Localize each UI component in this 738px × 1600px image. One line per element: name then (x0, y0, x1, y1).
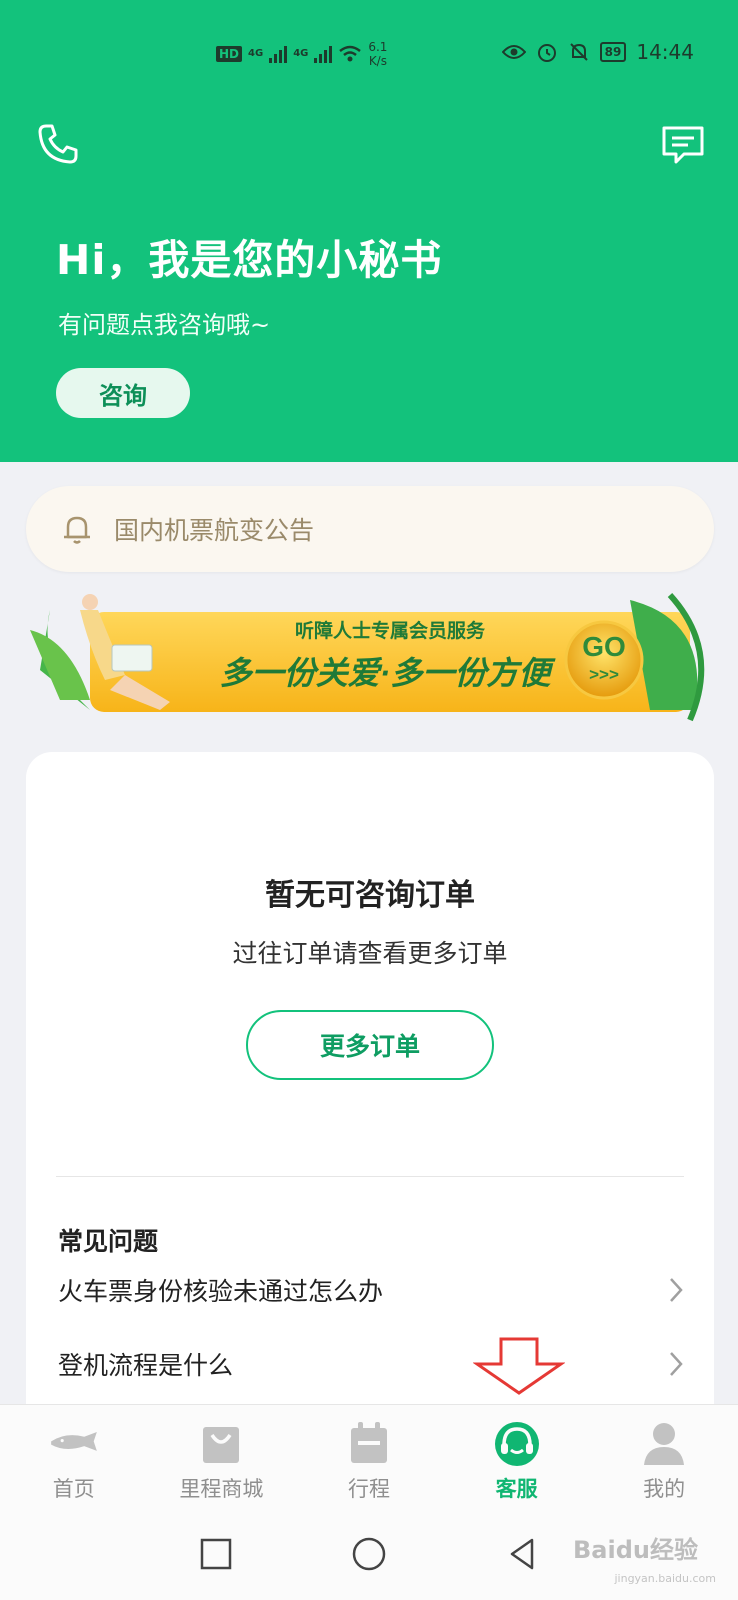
status-left: HD 4G 4G 6.1 K/s (216, 40, 387, 68)
tab-label: 行程 (347, 1477, 390, 1501)
consult-button[interactable]: 咨询 (56, 368, 190, 418)
notice-text: 国内机票航变公告 (114, 516, 315, 545)
bell-icon (64, 516, 90, 544)
watermark-url: jingyan.baidu.com (614, 1572, 716, 1585)
header: HD 4G 4G 6.1 K/s 89 14:44 Hi，我是您的小秘书 有问题… (0, 0, 738, 462)
clock-time: 14:44 (636, 40, 694, 64)
mute-bell-icon (569, 43, 588, 61)
person-icon (638, 1419, 690, 1467)
home-plane-icon (48, 1419, 100, 1467)
banner-go-arrows: >>> (589, 665, 619, 684)
hero-title: Hi，我是您的小秘书 (56, 236, 443, 284)
phone-icon[interactable] (36, 122, 80, 166)
banner-line2: 多一份关爱·多一份方便 (220, 655, 557, 691)
tab-label: 里程商城 (179, 1477, 264, 1501)
home-circle-icon[interactable] (349, 1534, 389, 1574)
back-triangle-icon[interactable] (502, 1534, 542, 1574)
eye-icon (501, 45, 526, 59)
empty-orders-subtitle: 过往订单请查看更多订单 (232, 939, 508, 968)
more-orders-button[interactable]: 更多订单 (246, 1010, 494, 1080)
chevron-right-icon (670, 1278, 683, 1302)
tab-home[interactable]: 首页 (0, 1405, 148, 1512)
status-right: 89 14:44 (501, 40, 694, 64)
faq-title: 常见问题 (58, 1227, 159, 1256)
tab-label: 客服 (495, 1477, 538, 1501)
wifi-icon (339, 45, 362, 62)
signal-icon-1 (269, 45, 288, 63)
recents-icon[interactable] (196, 1534, 236, 1574)
faq-item[interactable]: 火车票身份核验未通过怎么办 (58, 1260, 684, 1320)
faq-item-label: 火车票身份核验未通过怎么办 (58, 1277, 384, 1306)
promo-banner[interactable]: 听障人士专属会员服务 多一份关爱·多一份方便 GO >>> (30, 590, 712, 740)
banner-go: GO (582, 631, 626, 662)
shopping-bag-icon (195, 1419, 247, 1467)
divider (56, 1176, 684, 1177)
network-label-2: 4G (293, 48, 309, 59)
tab-service[interactable]: 客服 (443, 1405, 591, 1512)
faq-item[interactable]: 登机流程是什么 (58, 1334, 684, 1394)
status-bar: HD 4G 4G 6.1 K/s 89 14:44 (0, 30, 738, 78)
watermark-brand: Baidu经验 (573, 1536, 698, 1564)
tab-label: 我的 (643, 1477, 686, 1501)
tab-trips[interactable]: 行程 (295, 1405, 443, 1512)
faq-item-label: 登机流程是什么 (58, 1351, 234, 1380)
network-label-1: 4G (248, 48, 264, 59)
empty-orders-title: 暂无可咨询订单 (265, 878, 475, 913)
banner-line1: 听障人士专属会员服务 (295, 619, 486, 642)
hero-subtitle: 有问题点我咨询哦~ (58, 311, 271, 339)
calendar-icon (343, 1419, 395, 1467)
message-icon[interactable] (660, 124, 706, 166)
tab-label: 首页 (52, 1477, 95, 1501)
tab-profile[interactable]: 我的 (590, 1405, 738, 1512)
net-speed-value: 6.1 (368, 40, 388, 54)
tab-mall[interactable]: 里程商城 (148, 1405, 296, 1512)
signal-icon-2 (314, 45, 333, 63)
battery-level: 89 (599, 42, 627, 62)
headset-icon (491, 1419, 543, 1467)
notice-bar[interactable]: 国内机票航变公告 (26, 486, 714, 572)
hd-badge: HD (216, 46, 243, 62)
bottom-tab-bar: 首页 里程商城 行程 客服 我的 (0, 1404, 738, 1512)
annotation-down-arrow (473, 1337, 565, 1395)
alarm-icon (537, 44, 556, 62)
chevron-right-icon (670, 1352, 683, 1376)
net-speed-unit: K/s (368, 54, 387, 68)
